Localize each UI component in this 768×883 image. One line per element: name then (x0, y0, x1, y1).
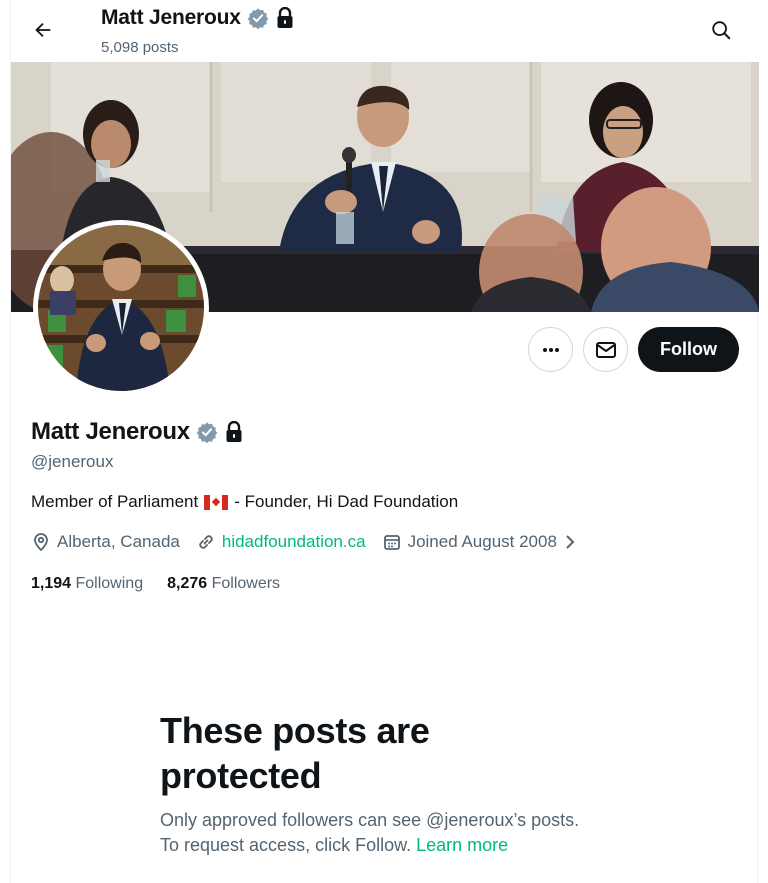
canada-flag-icon (204, 494, 229, 510)
calendar-icon (383, 535, 400, 550)
envelope-icon (595, 341, 616, 358)
profile-name-row: Matt Jeneroux (31, 418, 244, 446)
search-button[interactable] (703, 12, 739, 48)
joined-text: Joined August 2008 (407, 532, 557, 551)
protected-line-2: To request access, click Follow. Learn m… (160, 833, 630, 858)
following-label: Following (75, 575, 144, 592)
protected-line-1: Only approved followers can see @jenerou… (160, 810, 580, 830)
follow-button[interactable]: Follow (638, 327, 739, 372)
post-count: 5,098 posts (101, 39, 179, 56)
chevron-right-icon (566, 535, 575, 549)
following-count: 1,194 (31, 575, 72, 592)
protected-description: Only approved followers can see @jenerou… (160, 808, 630, 858)
bio-text-end: - Founder, Hi Dad Foundation (234, 492, 459, 511)
profile-meta: Alberta, Canada hidadfoundation.ca Joine… (31, 532, 593, 552)
verified-badge-icon[interactable] (196, 421, 218, 443)
bio-text-start: Member of Parliament (31, 492, 199, 511)
profile-handle: @jeneroux (31, 452, 114, 471)
followers-stat[interactable]: 8,276 Followers (167, 575, 280, 593)
search-icon (712, 21, 731, 40)
location-pin-icon (34, 533, 48, 552)
avatar-image (38, 225, 204, 391)
protected-title: These posts are protected (160, 710, 430, 796)
more-icon (542, 347, 559, 352)
followers-label: Followers (211, 575, 281, 592)
location: Alberta, Canada (31, 532, 180, 552)
profile-stats: 1,194 Following 8,276 Followers (31, 575, 304, 593)
location-text: Alberta, Canada (57, 532, 180, 551)
followers-count: 8,276 (167, 575, 208, 592)
protected-line-2-text: To request access, click Follow. (160, 835, 412, 855)
lock-icon (226, 421, 242, 442)
top-bar: Matt Jeneroux 5,098 posts (11, 0, 759, 62)
message-button[interactable] (583, 327, 628, 372)
link-icon (199, 535, 213, 549)
more-button[interactable] (528, 327, 573, 372)
profile-bio: Member of Parliament - Founder, Hi Dad F… (31, 492, 458, 512)
following-stat[interactable]: 1,194 Following (31, 575, 143, 593)
profile-column: Matt Jeneroux 5,098 posts Follow Matt Je… (10, 0, 759, 883)
arrow-left-icon (35, 22, 51, 38)
website-link[interactable]: hidadfoundation.ca (222, 532, 366, 552)
learn-more-link[interactable]: Learn more (416, 835, 508, 855)
back-button[interactable] (25, 12, 61, 48)
website: hidadfoundation.ca (196, 532, 366, 552)
joined-date[interactable]: Joined August 2008 (382, 532, 577, 552)
header-title: Matt Jeneroux (101, 6, 295, 30)
profile-name: Matt Jeneroux (31, 418, 190, 445)
verified-badge-icon (247, 8, 269, 29)
header-name: Matt Jeneroux (101, 6, 241, 29)
profile-avatar[interactable] (33, 220, 209, 396)
lock-icon (277, 7, 293, 28)
